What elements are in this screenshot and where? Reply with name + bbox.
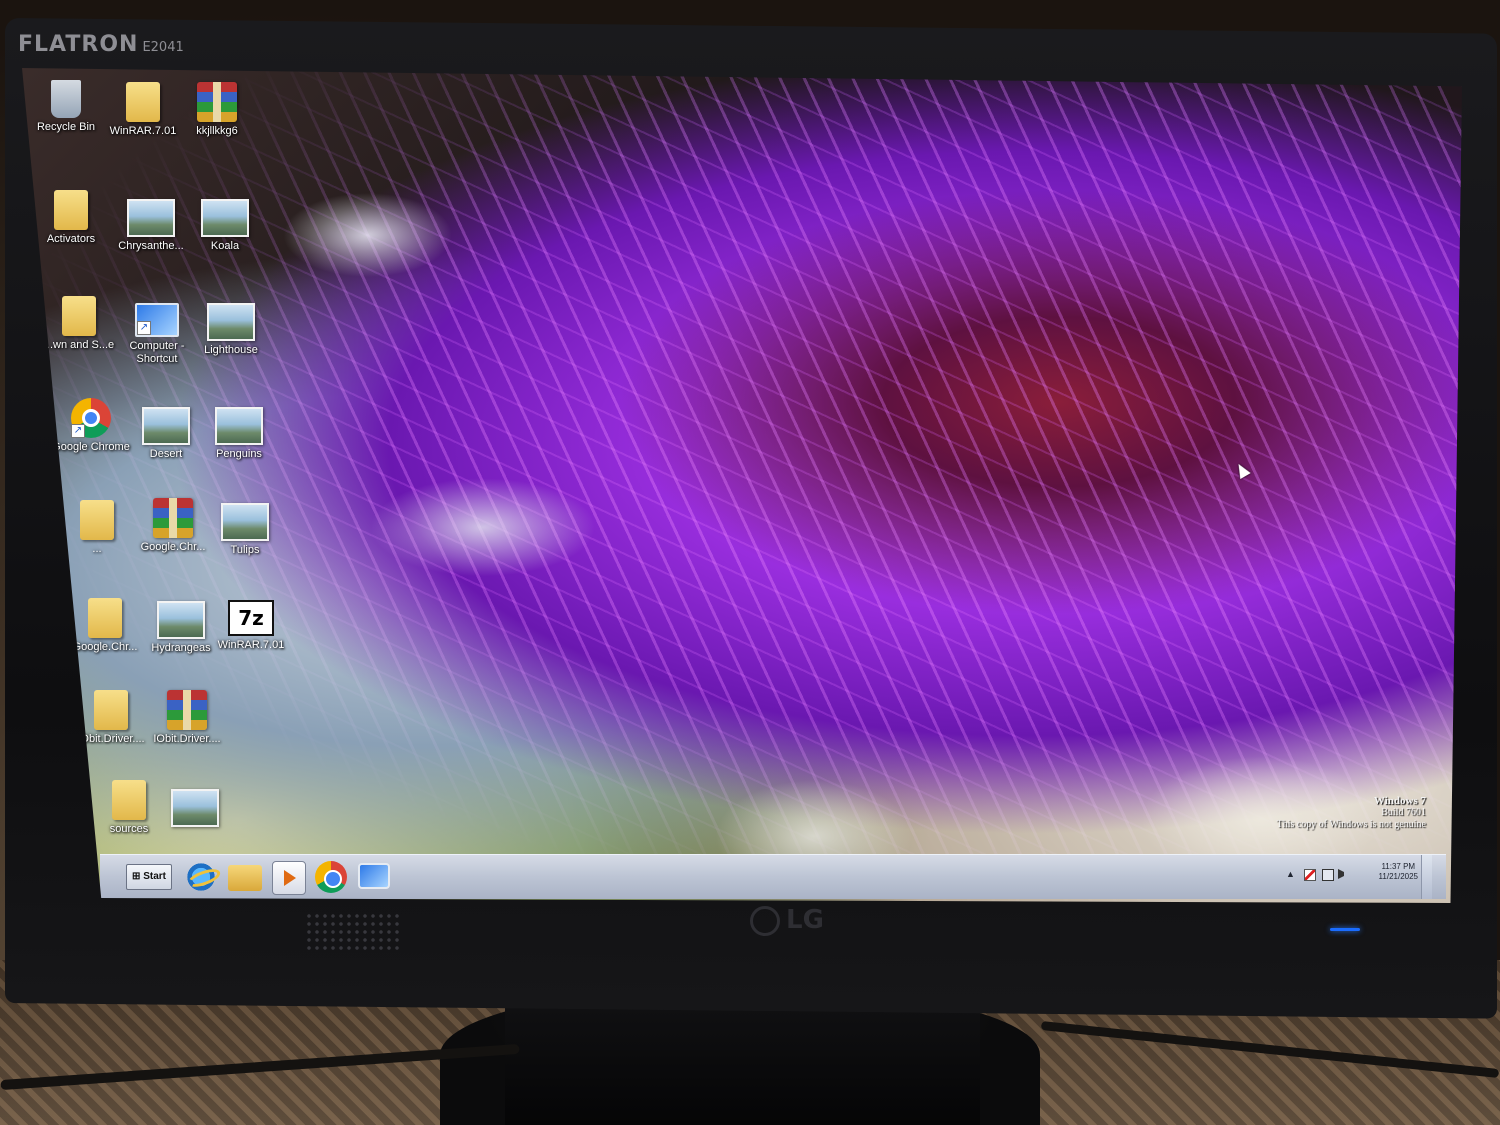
icon-label: Koala <box>210 240 240 252</box>
chrome-icon[interactable] <box>315 861 347 893</box>
icon-label: Hydrangeas <box>151 642 211 654</box>
desktop-icon-folder[interactable]: ... <box>58 500 136 556</box>
folder-icon <box>88 598 122 638</box>
desktop-icon-google-chrome-archive[interactable]: Google.Chr... <box>134 498 212 554</box>
icon-label: Recycle Bin <box>36 121 96 133</box>
icon-label: Activators <box>46 233 96 245</box>
icon-label: WinRAR.7.01 <box>217 639 285 651</box>
shortcut-arrow-icon: ↗ <box>71 424 85 438</box>
icon-label: Computer - Shortcut <box>129 340 185 365</box>
clock-time: 11:37 PM <box>1381 862 1416 871</box>
desktop-icon-activators[interactable]: Activators <box>32 190 110 246</box>
winrar-archive-icon <box>153 498 193 538</box>
system-tray: ▲ 11:37 PM 11/21/2025 <box>1282 855 1432 899</box>
desktop-icon-folder[interactable]: ...wn and S...e <box>40 296 118 352</box>
shortcut-arrow-icon: ↗ <box>137 321 151 335</box>
taskbar: ⊞ Start ▲ 11:37 PM 11/21/2025 <box>100 854 1446 899</box>
icon-label: Tulips <box>230 544 260 556</box>
power-led <box>1330 928 1360 931</box>
lg-logo-mark <box>750 905 780 936</box>
windows-watermark: Windows 7 Build 7601 This copy of Window… <box>1277 795 1426 831</box>
folder-icon <box>80 500 114 540</box>
desktop-icon-google-chrome[interactable]: ↗ Google Chrome <box>52 398 130 454</box>
watermark-build: Build 7601 <box>1381 807 1426 818</box>
start-label: Start <box>143 871 166 882</box>
watermark-title: Windows 7 <box>1373 795 1426 807</box>
folder-icon <box>94 690 128 730</box>
speaker-grille <box>305 912 400 954</box>
desktop-icon-winrar-7z[interactable]: 7z WinRAR.7.01 <box>212 596 290 652</box>
desktop-icon-winrar-folder[interactable]: WinRAR.7.01 <box>104 82 182 138</box>
picture-icon <box>221 503 269 541</box>
desktop-icon-picture[interactable] <box>156 786 234 830</box>
lg-logo: LG <box>750 905 824 936</box>
folder-icon <box>112 780 146 820</box>
folder-icon <box>126 82 160 122</box>
desktop-icon-iobit-archive[interactable]: IObit.Driver.... <box>148 690 226 746</box>
remote-desktop-icon[interactable] <box>358 863 390 889</box>
action-center-flag-icon[interactable] <box>1304 869 1316 881</box>
clock-date: 11/21/2025 <box>1378 872 1418 881</box>
windows-explorer-icon[interactable] <box>228 865 262 891</box>
picture-icon <box>142 407 190 445</box>
desktop-icon-hydrangeas[interactable]: Hydrangeas <box>142 598 220 655</box>
picture-icon <box>157 601 205 639</box>
icon-label: Desert <box>149 448 183 460</box>
brand-name: FLATRON <box>18 32 139 57</box>
icon-label: ...wn and S...e <box>43 339 115 351</box>
icon-label: Chrysanthe... <box>118 240 184 252</box>
show-hidden-icons-icon[interactable]: ▲ <box>1286 869 1296 879</box>
network-icon[interactable] <box>1322 869 1334 881</box>
media-player-icon[interactable] <box>272 861 306 895</box>
seven-zip-icon: 7z <box>228 600 274 636</box>
desktop-icon-tulips[interactable]: Tulips <box>206 500 284 557</box>
desktop-icon-google-chrome-folder[interactable]: Google.Chr... <box>66 598 144 654</box>
show-desktop-button[interactable] <box>1421 855 1432 899</box>
clock[interactable]: 11:37 PM 11/21/2025 <box>1379 862 1418 882</box>
desktop-icon-penguins[interactable]: Penguins <box>200 404 278 461</box>
model-name: E2041 <box>142 40 184 55</box>
picture-icon <box>171 789 219 827</box>
icon-label: Lighthouse <box>204 344 258 356</box>
desktop-icon-recycle-bin[interactable]: Recycle Bin <box>27 80 105 134</box>
picture-icon <box>215 407 263 445</box>
folder-icon <box>62 296 96 336</box>
start-button[interactable]: ⊞ Start <box>126 864 172 890</box>
icon-label: IObit.Driver.... <box>153 733 221 745</box>
picture-icon <box>207 303 255 341</box>
icon-label: Google Chrome <box>52 441 130 453</box>
lg-logo-text: LG <box>786 905 824 935</box>
icon-label: kkjllkkg6 <box>196 125 238 137</box>
icon-label: WinRAR.7.01 <box>109 125 177 137</box>
recycle-bin-icon <box>51 80 81 118</box>
icon-label: Penguins <box>216 448 262 460</box>
desktop-icon-chrysanthemum[interactable]: Chrysanthe... <box>112 196 190 253</box>
desktop-icon-kkjllkkg6[interactable]: kkjllkkg6 <box>178 82 256 138</box>
icon-label: ... <box>92 543 102 555</box>
internet-explorer-icon[interactable] <box>185 861 217 893</box>
winrar-archive-icon <box>167 690 207 730</box>
desktop-icon-lighthouse[interactable]: Lighthouse <box>192 300 270 357</box>
picture-icon <box>201 199 249 237</box>
wallpaper-petals <box>22 68 1462 903</box>
folder-icon <box>54 190 88 230</box>
desktop-icon-computer-shortcut[interactable]: ↗ Computer - Shortcut <box>118 298 196 366</box>
desktop-screen[interactable]: Recycle Bin Activators ...wn and S...e ↗… <box>22 68 1462 903</box>
desktop-icon-koala[interactable]: Koala <box>186 196 264 253</box>
winrar-archive-icon <box>197 82 237 122</box>
icon-label: Google.Chr... <box>140 541 206 553</box>
chrome-icon: ↗ <box>71 398 111 438</box>
monitor-brand: FLATRON E2041 <box>18 32 184 57</box>
watermark-notice: This copy of Windows is not genuine <box>1276 819 1426 830</box>
volume-icon[interactable] <box>1338 869 1344 879</box>
desktop-icon-desert[interactable]: Desert <box>127 404 205 461</box>
picture-icon <box>127 199 175 237</box>
computer-shortcut-icon: ↗ <box>135 303 179 337</box>
